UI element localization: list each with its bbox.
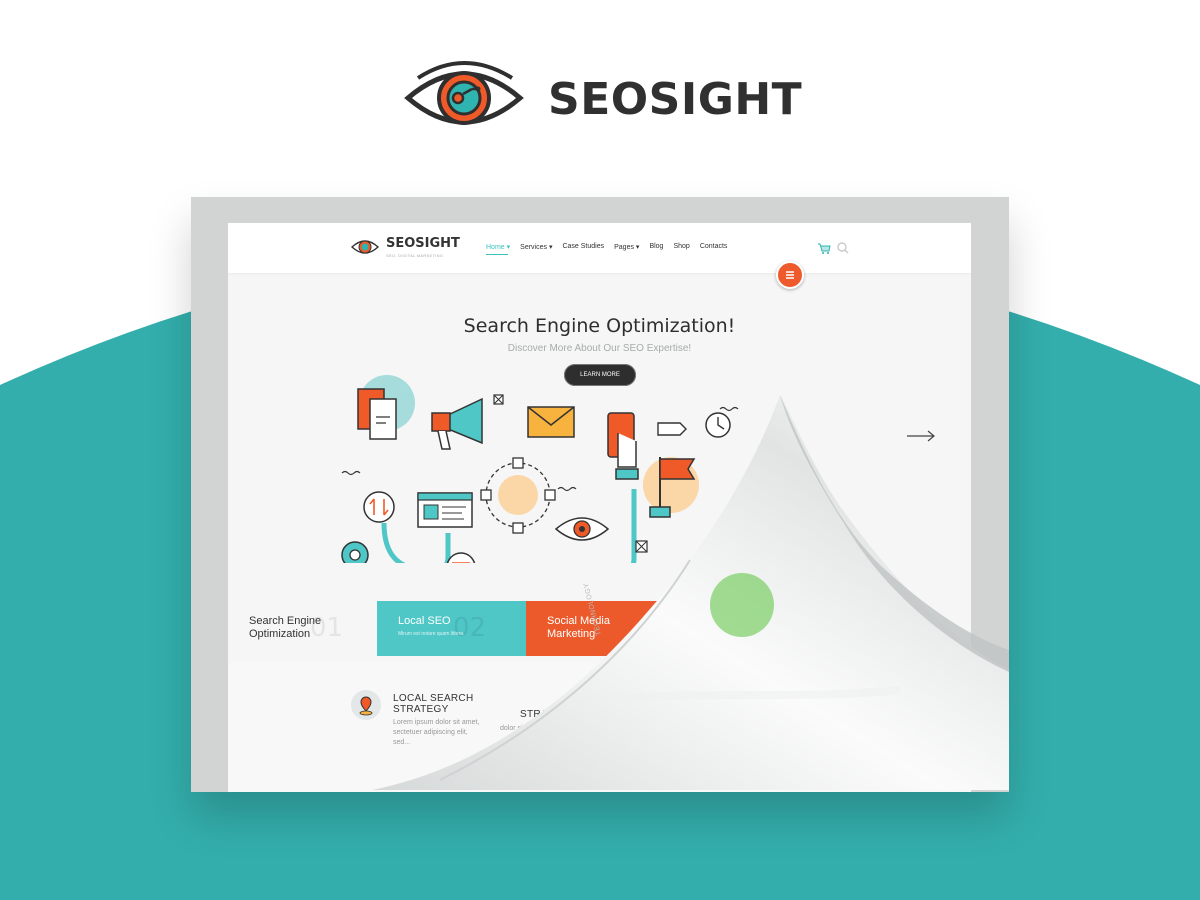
tab-label: Search Engine Optimization — [249, 615, 322, 640]
mockup-frame: SEOSIGHT SEO, DIGITAL MARKETING Home ▾ S… — [191, 197, 1009, 792]
hamburger-button[interactable] — [776, 261, 804, 289]
tab-local-seo[interactable]: 02 Local SEO Mirum est notare quam litte… — [377, 601, 526, 656]
site-logo-icon[interactable] — [350, 235, 380, 259]
sort-arrows-icon — [363, 491, 395, 523]
map-pin-icon — [351, 690, 381, 720]
brand-name: SEOSIGHT — [548, 74, 803, 125]
tab-label: Local SEO — [398, 615, 451, 627]
browser-window-icon — [417, 492, 473, 528]
site-logo-tagline: SEO, DIGITAL MARKETING — [386, 253, 444, 258]
robot-icon — [629, 641, 699, 711]
feature-desc-technology: Nam liber tempor cum soluta nobis eleife… — [619, 725, 709, 742]
brand-header: SEOSIGHT — [400, 56, 820, 136]
feature-desc-strategy: dolor sit amet, consectetuer adipiscing … — [500, 725, 586, 742]
menu-item-home[interactable]: Home ▾ — [486, 243, 510, 255]
site-menu: Home ▾ Services ▾ Case Studies Pages ▾ B… — [486, 243, 728, 255]
swap-arrows-icon — [446, 552, 476, 563]
site-navbar: SEOSIGHT SEO, DIGITAL MARKETING Home ▾ S… — [228, 223, 971, 273]
menu-item-blog[interactable]: Blog — [649, 243, 663, 251]
eye-logo-icon — [404, 61, 524, 125]
hero-subtitle: Discover More About Our SEO Expertise! — [507, 343, 692, 354]
search-icon[interactable] — [836, 241, 850, 255]
envelope-icon — [527, 406, 575, 438]
feature-title-strategy: STRATEGY — [520, 709, 576, 720]
tab-number: 02 — [453, 613, 487, 643]
cart-icon[interactable] — [817, 241, 831, 255]
menu-item-contacts[interactable]: Contacts — [700, 243, 728, 251]
menu-item-shop[interactable]: Shop — [673, 243, 689, 251]
menu-item-services[interactable]: Services ▾ — [520, 243, 552, 251]
chart-icon — [755, 641, 825, 711]
smartphone-icon — [607, 412, 639, 480]
arrow-right-icon[interactable] — [906, 429, 936, 443]
features-section: LOCAL SEARCH STRATEGY Lorem ipsum dolor … — [228, 641, 971, 792]
feature-title-local-search: LOCAL SEARCH STRATEGY — [393, 693, 474, 715]
feature-title-analytics: ANALYTICS — [761, 709, 819, 720]
seo-illustration — [341, 375, 739, 563]
eye-icon — [554, 517, 610, 541]
feature-desc-local-search: Lorem ipsum dolor sit amet, sectetuer ad… — [393, 719, 480, 746]
tab-description: Mirum est notare quam littera. — [398, 631, 465, 637]
hero-title: Search Engine Optimization! — [463, 315, 736, 337]
feature-title-technology: TECHNOLOGY — [626, 709, 700, 720]
active-underline — [486, 254, 508, 255]
tab-search-engine-optimization[interactable]: 01 Search Engine Optimization — [228, 601, 376, 656]
site-logo-name[interactable]: SEOSIGHT — [386, 236, 460, 251]
megaphone-icon — [431, 397, 483, 450]
menu-item-case-studies[interactable]: Case Studies — [562, 243, 604, 251]
website-preview: SEOSIGHT SEO, DIGITAL MARKETING Home ▾ S… — [228, 223, 971, 792]
menu-item-pages[interactable]: Pages ▾ — [614, 243, 639, 251]
hamburger-icon — [786, 271, 794, 279]
feature-desc-analytics: Eodem modo typi, qui nunc nobis videntur… — [747, 725, 833, 742]
